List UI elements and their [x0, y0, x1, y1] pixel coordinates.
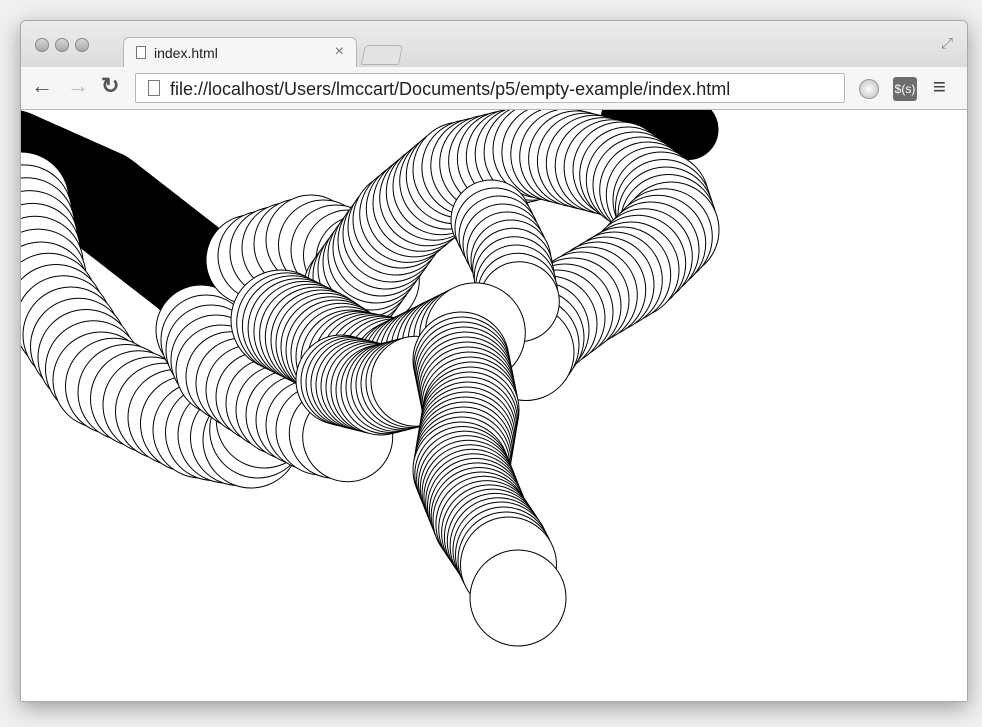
back-button[interactable]: ←: [31, 74, 53, 98]
tab-title: index.html: [154, 45, 218, 61]
page-viewport: [21, 110, 967, 701]
page-icon: [136, 46, 146, 59]
close-icon[interactable]: ×: [335, 43, 344, 61]
fullscreen-icon[interactable]: ⤢: [941, 35, 953, 52]
new-tab-button[interactable]: [360, 45, 404, 65]
title-bar: index.html × ⤢: [21, 21, 967, 69]
sketch-circle: [469, 549, 567, 647]
page-icon: [148, 80, 160, 96]
zoom-window-icon[interactable]: [75, 38, 89, 52]
reload-button[interactable]: ↻: [101, 74, 119, 98]
globe-icon[interactable]: [859, 79, 879, 99]
close-window-icon[interactable]: [35, 38, 49, 52]
hamburger-menu-icon[interactable]: ≡: [933, 74, 946, 100]
forward-button[interactable]: →: [67, 74, 89, 98]
toolbar: ← → ↻ file://localhost/Users/lmccart/Doc…: [21, 67, 967, 110]
minimize-window-icon[interactable]: [55, 38, 69, 52]
browser-window: index.html × ⤢ ← → ↻ file://localhost/Us…: [20, 20, 968, 702]
tab-index[interactable]: index.html ×: [123, 37, 357, 69]
url-text[interactable]: file://localhost/Users/lmccart/Documents…: [170, 79, 730, 100]
extension-button[interactable]: $(s): [893, 77, 917, 101]
address-bar[interactable]: file://localhost/Users/lmccart/Documents…: [135, 73, 845, 103]
sketch-canvas[interactable]: [21, 110, 967, 701]
